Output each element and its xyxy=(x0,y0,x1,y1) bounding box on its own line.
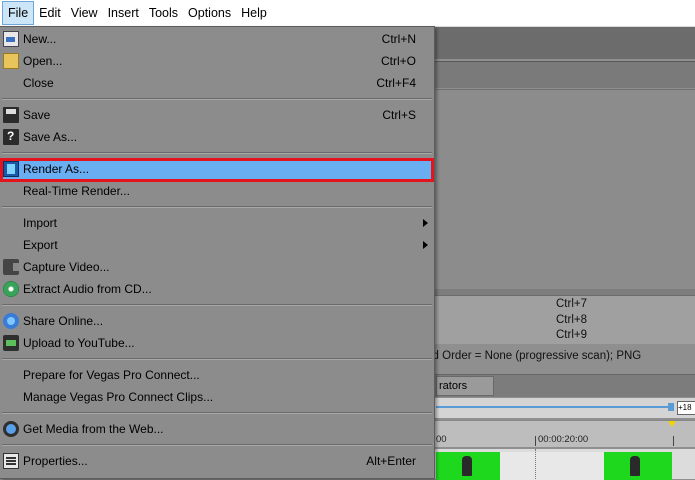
menu-item-share-online[interactable]: Share Online... xyxy=(0,310,434,332)
menu-item-label: Prepare for Vegas Pro Connect... xyxy=(23,368,200,382)
menu-item-label: Open... xyxy=(23,54,63,68)
menu-edit[interactable]: Edit xyxy=(34,2,66,24)
globe-share-icon xyxy=(3,313,19,329)
scrub-line xyxy=(436,406,672,408)
menu-separator xyxy=(2,412,432,414)
tab-generators[interactable]: rators xyxy=(436,376,494,396)
clip-thumbnail-figure xyxy=(630,456,640,476)
menu-item-capture-video[interactable]: Capture Video... xyxy=(0,256,434,278)
menu-item-get-media[interactable]: Get Media from the Web... xyxy=(0,418,434,440)
menu-help[interactable]: Help xyxy=(236,2,272,24)
menu-separator xyxy=(2,206,432,208)
menu-item-prepare-connect[interactable]: Prepare for Vegas Pro Connect... xyxy=(0,364,434,386)
new-file-icon xyxy=(3,31,19,47)
video-camera-icon xyxy=(3,259,19,275)
menu-item-label: Extract Audio from CD... xyxy=(23,282,152,296)
menu-item-label: Share Online... xyxy=(23,314,104,328)
menu-item-shortcut: Alt+Enter xyxy=(366,454,416,468)
web-search-icon xyxy=(3,421,19,437)
loop-marker[interactable] xyxy=(668,421,676,427)
menu-view[interactable]: View xyxy=(66,2,103,24)
video-clip-gap xyxy=(500,452,604,480)
menu-item-real-time-render[interactable]: Real-Time Render... xyxy=(0,180,434,202)
menu-separator xyxy=(2,152,432,154)
menu-tools[interactable]: Tools xyxy=(144,2,183,24)
shortcut-text: Ctrl+8 xyxy=(556,314,587,326)
file-menu-dropdown: New... Ctrl+N Open... Ctrl+O Close Ctrl+… xyxy=(0,26,435,479)
menu-item-label: Export xyxy=(23,238,58,252)
menu-item-shortcut: Ctrl+O xyxy=(380,54,416,68)
menu-item-properties[interactable]: Properties... Alt+Enter xyxy=(0,450,434,472)
menu-item-label: Save xyxy=(23,108,51,122)
menu-item-manage-connect[interactable]: Manage Vegas Pro Connect Clips... xyxy=(0,386,434,408)
menu-separator xyxy=(2,444,432,446)
menu-item-shortcut: Ctrl+S xyxy=(382,108,416,122)
ruler-tick xyxy=(535,436,536,446)
submenu-arrow-icon xyxy=(423,241,428,249)
properties-icon xyxy=(3,453,19,469)
cd-disc-icon xyxy=(3,281,19,297)
cursor-line xyxy=(535,449,536,479)
menu-item-label: Save As... xyxy=(23,130,78,144)
save-disk-icon xyxy=(3,107,19,123)
menu-item-new[interactable]: New... Ctrl+N xyxy=(0,28,434,50)
menu-item-label: Manage Vegas Pro Connect Clips... xyxy=(23,390,214,404)
menu-item-shortcut: Ctrl+N xyxy=(381,32,416,46)
menu-insert[interactable]: Insert xyxy=(103,2,144,24)
menu-item-label: Upload to YouTube... xyxy=(23,336,135,350)
submenu-arrow-icon xyxy=(423,219,428,227)
menu-item-label: Properties... xyxy=(23,454,88,468)
menu-item-save[interactable]: Save Ctrl+S xyxy=(0,104,434,126)
scrub-value: +18 xyxy=(677,401,695,415)
folder-icon xyxy=(3,53,19,69)
menu-item-extract-audio[interactable]: Extract Audio from CD... xyxy=(0,278,434,300)
menu-separator xyxy=(2,98,432,100)
menu-item-label: Real-Time Render... xyxy=(23,184,130,198)
menu-separator xyxy=(2,358,432,360)
menu-item-save-as[interactable]: Save As... xyxy=(0,126,434,148)
upload-icon xyxy=(3,335,19,351)
menu-item-shortcut: Ctrl+F4 xyxy=(376,76,416,90)
menu-item-export[interactable]: Export xyxy=(0,234,434,256)
menu-item-label: Get Media from the Web... xyxy=(23,422,164,436)
save-as-icon xyxy=(3,129,19,145)
menu-item-label: Capture Video... xyxy=(23,260,110,274)
menu-file[interactable]: File xyxy=(2,1,35,25)
ruler-tick xyxy=(673,436,674,446)
shortcut-text: Ctrl+7 xyxy=(556,298,587,310)
ruler-label: 00 xyxy=(436,434,447,445)
annotation-highlight-box xyxy=(0,158,434,182)
menu-item-label: Close xyxy=(23,76,54,90)
project-properties-text: ld Order = None (progressive scan); PNG xyxy=(430,350,642,362)
menu-separator xyxy=(2,304,432,306)
menu-item-upload-youtube[interactable]: Upload to YouTube... xyxy=(0,332,434,354)
menu-item-label: Import xyxy=(23,216,58,230)
menu-item-close[interactable]: Close Ctrl+F4 xyxy=(0,72,434,94)
scrub-handle[interactable] xyxy=(668,403,674,411)
shortcut-text: Ctrl+9 xyxy=(556,329,587,341)
menu-options[interactable]: Options xyxy=(183,2,236,24)
menu-item-import[interactable]: Import xyxy=(0,212,434,234)
menu-item-open[interactable]: Open... Ctrl+O xyxy=(0,50,434,72)
menu-bar: File Edit View Insert Tools Options Help xyxy=(0,0,695,27)
ruler-label: 00:00:20:00 xyxy=(538,434,589,445)
menu-item-label: New... xyxy=(23,32,57,46)
clip-thumbnail-figure xyxy=(462,456,472,476)
